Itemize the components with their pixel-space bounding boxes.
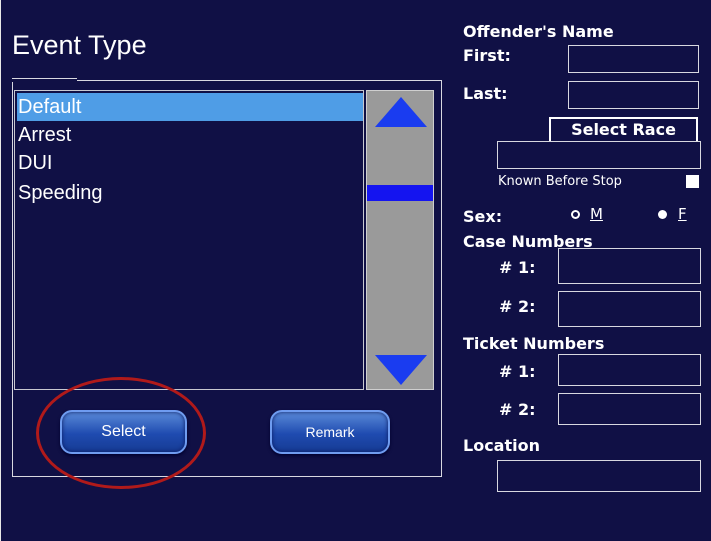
location-field[interactable] (497, 460, 701, 492)
case-number-2-label: # 2: (499, 297, 536, 316)
sex-label: Sex: (463, 207, 503, 226)
last-name-label: Last: (463, 84, 508, 103)
scroll-down-arrow-icon[interactable] (373, 353, 429, 387)
offender-name-header: Offender's Name (463, 22, 614, 41)
event-type-list[interactable]: Default Arrest DUI Speeding (14, 90, 364, 390)
event-type-title: Event Type (12, 30, 147, 60)
list-scrollbar[interactable] (366, 90, 434, 390)
select-button[interactable]: Select (60, 410, 187, 454)
remark-button[interactable]: Remark (270, 410, 390, 454)
scroll-up-arrow-icon[interactable] (373, 95, 429, 129)
select-race-button[interactable]: Select Race (549, 117, 698, 143)
list-item-default[interactable]: Default (17, 93, 363, 121)
sex-radio-f[interactable] (658, 210, 667, 219)
list-item-arrest[interactable]: Arrest (17, 121, 363, 149)
ticket-number-2-field[interactable] (558, 393, 701, 425)
ticket-number-1-field[interactable] (558, 354, 701, 386)
last-name-field[interactable] (568, 81, 699, 109)
list-item-dui[interactable]: DUI (17, 149, 363, 177)
ticket-numbers-header: Ticket Numbers (463, 334, 605, 353)
panel-tab-edge (12, 78, 77, 82)
sex-radio-m[interactable] (571, 210, 580, 219)
sex-option-m-label[interactable]: M (590, 205, 603, 223)
location-label: Location (463, 436, 540, 455)
case-number-1-label: # 1: (499, 258, 536, 277)
ticket-number-2-label: # 2: (499, 400, 536, 419)
case-number-2-field[interactable] (558, 291, 701, 327)
list-item-speeding[interactable]: Speeding (17, 179, 363, 207)
first-name-label: First: (463, 46, 511, 65)
ticket-number-1-label: # 1: (499, 362, 536, 381)
case-number-1-field[interactable] (558, 248, 701, 284)
sex-option-f-label[interactable]: F (678, 205, 687, 223)
scroll-thumb[interactable] (367, 185, 433, 201)
first-name-field[interactable] (568, 45, 699, 73)
race-field[interactable] (497, 141, 701, 169)
known-before-stop-checkbox[interactable] (686, 175, 699, 188)
known-before-stop-label: Known Before Stop (498, 174, 622, 189)
